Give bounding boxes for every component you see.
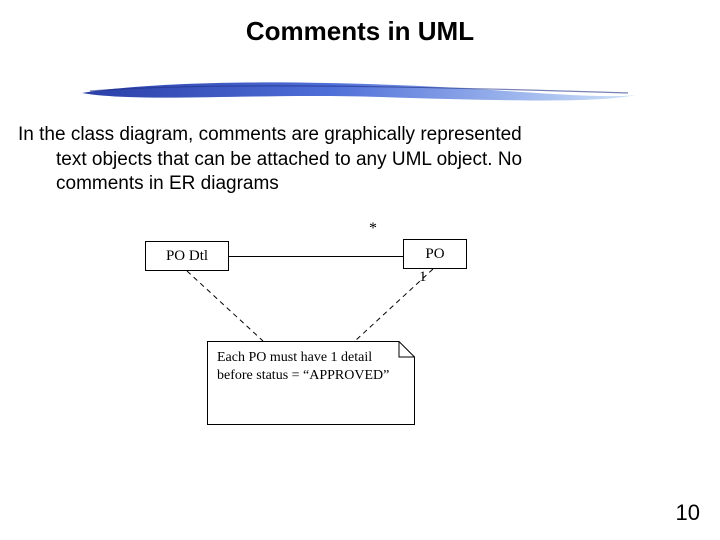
body-line: comments in ER diagrams: [18, 172, 700, 197]
slide-title: Comments in UML: [0, 0, 720, 47]
uml-note: Each PO must have 1 detail before status…: [207, 341, 415, 425]
body-line: text objects that can be attached to any…: [18, 148, 700, 173]
page-number: 10: [676, 500, 700, 526]
body-line: In the class diagram, comments are graph…: [18, 124, 522, 145]
brush-underline-icon: [80, 75, 640, 105]
uml-diagram: PO Dtl PO * 1 Each PO must have 1 detail…: [145, 225, 575, 445]
body-paragraph: In the class diagram, comments are graph…: [0, 105, 720, 197]
uml-note-text: Each PO must have 1 detail before status…: [207, 341, 415, 425]
